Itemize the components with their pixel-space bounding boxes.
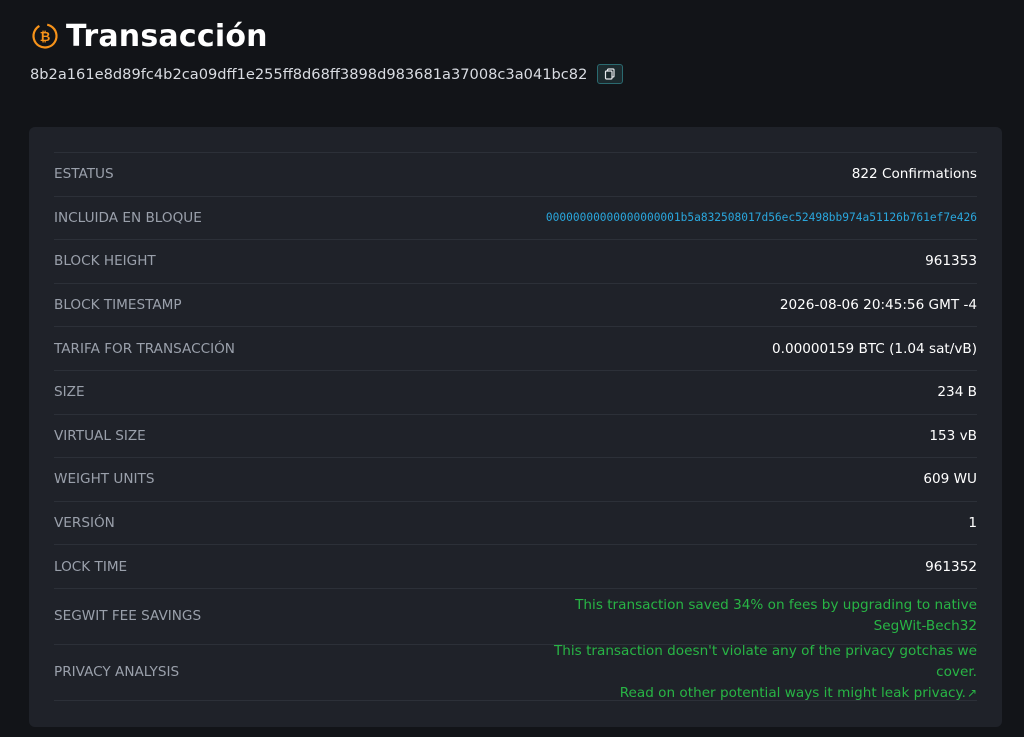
- fee-label: TARIFA FOR TRANSACCIÓN: [54, 340, 235, 357]
- row-block: INCLUIDA EN BLOQUE 00000000000000000001b…: [54, 197, 977, 241]
- size-label: SIZE: [54, 384, 85, 401]
- version-value: 1: [968, 515, 977, 532]
- privacy-read-more-text: Read on other potential ways it might le…: [619, 684, 966, 701]
- block-timestamp-label: BLOCK TIMESTAMP: [54, 297, 182, 314]
- version-label: VERSIÓN: [54, 515, 115, 532]
- row-lock-time: LOCK TIME 961352: [54, 545, 977, 589]
- row-virtual-size: VIRTUAL SIZE 153 vB: [54, 415, 977, 459]
- block-label: INCLUIDA EN BLOQUE: [54, 209, 202, 226]
- txid-row: 8b2a161e8d89fc4b2ca09dff1e255ff8d68ff389…: [30, 64, 624, 84]
- size-value: 234 B: [937, 384, 977, 401]
- privacy-read-more-link[interactable]: Read on other potential ways it might le…: [620, 685, 977, 701]
- lock-time-value: 961352: [925, 558, 977, 575]
- block-timestamp-value: 2026-08-06 20:45:56 GMT -4: [779, 297, 977, 314]
- privacy-analysis-label: PRIVACY ANALYSIS: [54, 664, 180, 681]
- status-value: 822 Confirmations: [851, 166, 977, 183]
- details-table: ESTATUS 822 Confirmations INCLUIDA EN BL…: [54, 152, 977, 701]
- segwit-savings-value: This transaction saved 34% on fees by up…: [575, 597, 977, 635]
- weight-label: WEIGHT UNITS: [54, 471, 155, 488]
- status-label: ESTATUS: [54, 166, 114, 183]
- block-height-value: 961353: [925, 253, 977, 270]
- fee-value: 0.00000159 BTC (1.04 sat/vB): [771, 340, 977, 357]
- row-privacy-analysis: PRIVACY ANALYSIS This transaction doesn'…: [54, 643, 977, 701]
- block-hash-link[interactable]: 00000000000000000001b5a832508017d56ec524…: [546, 211, 977, 224]
- svg-text:₿: ₿: [40, 30, 51, 45]
- privacy-analysis-value: This transaction doesn't violate any of …: [517, 641, 977, 704]
- row-version: VERSIÓN 1: [54, 502, 977, 546]
- row-segwit-savings: SEGWIT FEE SAVINGS This transaction save…: [54, 589, 977, 645]
- row-block-height: BLOCK HEIGHT 961353: [54, 240, 977, 284]
- lock-time-label: LOCK TIME: [54, 558, 128, 575]
- virtual-size-value: 153 vB: [929, 427, 977, 444]
- row-size: SIZE 234 B: [54, 371, 977, 415]
- transaction-details-card: ESTATUS 822 Confirmations INCLUIDA EN BL…: [29, 127, 1002, 727]
- copy-icon: [605, 68, 615, 80]
- copy-button[interactable]: [597, 64, 624, 84]
- block-height-label: BLOCK HEIGHT: [54, 253, 156, 270]
- row-fee: TARIFA FOR TRANSACCIÓN 0.00000159 BTC (1…: [54, 327, 977, 371]
- segwit-savings-label: SEGWIT FEE SAVINGS: [54, 608, 202, 625]
- virtual-size-label: VIRTUAL SIZE: [54, 427, 146, 444]
- page-title: Transacción: [66, 18, 268, 54]
- privacy-summary: This transaction doesn't violate any of …: [553, 642, 977, 680]
- weight-value: 609 WU: [923, 471, 977, 488]
- transaction-id: 8b2a161e8d89fc4b2ca09dff1e255ff8d68ff389…: [30, 65, 588, 83]
- row-status: ESTATUS 822 Confirmations: [54, 153, 977, 197]
- page-header: ₿ Transacción 8b2a161e8d89fc4b2ca09dff1e…: [30, 16, 624, 84]
- bitcoin-icon: ₿: [30, 21, 60, 51]
- external-link-icon: ↗: [966, 685, 977, 700]
- title-row: ₿ Transacción: [30, 16, 623, 56]
- row-weight: WEIGHT UNITS 609 WU: [54, 458, 977, 502]
- row-block-timestamp: BLOCK TIMESTAMP 2026-08-06 20:45:56 GMT …: [54, 284, 977, 328]
